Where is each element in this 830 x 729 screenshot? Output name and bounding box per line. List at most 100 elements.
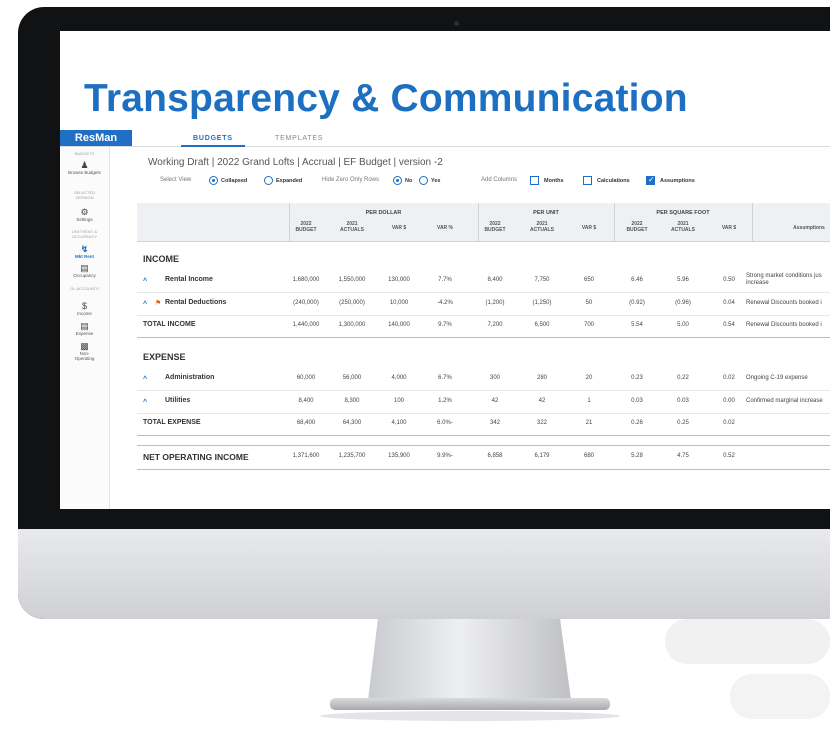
table-cell: 0.03 <box>631 398 643 404</box>
column-divider <box>752 203 753 241</box>
camera-icon <box>454 21 459 26</box>
table-row[interactable]: ^ Utilities 8,400 8,300 100 1.2% 42 42 1 0.03 0.03… <box>137 390 830 413</box>
table-cell: 0.02 <box>723 375 735 381</box>
assumption-text: Confirmed marginal increase <box>746 398 823 404</box>
table-cell: 1,300,000 <box>338 322 366 328</box>
sidebar-item-occupancy[interactable]: ▤ Occupancy <box>60 263 109 278</box>
receipt-icon: ▤ <box>80 321 89 331</box>
expand-chevron-icon[interactable]: ^ <box>143 278 147 285</box>
sidebar-item-settings[interactable]: ⚙ Settings <box>60 207 109 222</box>
table-cell: 0.25 <box>677 420 689 426</box>
table-cell: 42 <box>538 398 546 404</box>
table-cell: 6,858 <box>487 453 503 459</box>
sidebar-section-budgets: BUDGETS <box>74 151 95 156</box>
main-content: Working Draft | 2022 Grand Lofts | Accru… <box>115 147 830 509</box>
row-label: Rental Deductions <box>165 299 227 306</box>
table-cell: (1,200) <box>485 300 505 306</box>
table-cell: 300 <box>489 375 500 381</box>
sidebar-item-non-operating[interactable]: ▩ Non-Operating <box>60 341 109 361</box>
section-title: EXPENSE <box>143 352 186 362</box>
table-cell: 50 <box>585 300 593 306</box>
column-divider <box>478 203 479 241</box>
assumption-text: Strong market conditions jus increase <box>746 273 822 286</box>
add-columns-label: Add Columns <box>481 177 518 183</box>
flag-icon: ⚑ <box>155 300 162 307</box>
assumption-text: Ongoing C-19 expense <box>746 375 808 381</box>
tab-templates[interactable]: TEMPLATES <box>275 130 323 146</box>
table-cell: 9.7% <box>438 322 452 328</box>
table-cell: (1,250) <box>532 300 552 306</box>
collapsed-label: Collapsed <box>221 178 248 184</box>
total-label: TOTAL EXPENSE <box>143 419 201 426</box>
table-cell: 68,400 <box>296 420 316 426</box>
row-label: Utilities <box>165 397 191 404</box>
column-header-var-dollar: VAR $ <box>581 225 597 231</box>
table-cell: 20 <box>585 375 593 381</box>
gear-icon: ⚙ <box>80 207 89 217</box>
table-row[interactable]: ^ ⚑ Rental Deductions (240,000) (250,000) 10,… <box>137 292 830 315</box>
collapsed-radio[interactable] <box>209 176 218 185</box>
dollar-icon: $ <box>81 301 87 311</box>
sidebar-item-income[interactable]: $ Income <box>60 301 109 316</box>
row-divider <box>137 337 830 338</box>
table-cell: 56,000 <box>342 375 362 381</box>
table-cell: 342 <box>489 420 500 426</box>
table-cell: 6.7% <box>438 375 452 381</box>
screen: Transparency & Communication ResMan BUDG… <box>60 31 830 509</box>
group-per-unit: PER UNIT <box>533 210 559 216</box>
sidebar-section-selected-version: SELECTED VERSION <box>73 190 96 200</box>
assumption-text: Renewal Discounts booked i <box>746 300 822 306</box>
assumptions-label: Assumptions <box>660 178 695 184</box>
calculations-checkbox[interactable] <box>583 176 592 185</box>
table-cell: 1,680,000 <box>292 277 320 283</box>
table-row[interactable]: ^ Administration 60,000 56,000 4,000 6.7% 300 2… <box>137 367 830 390</box>
column-header-assumptions: Assumptions <box>793 225 825 231</box>
assumptions-checkbox[interactable] <box>646 175 655 185</box>
table-cell: 1,235,700 <box>338 453 366 459</box>
table-cell: (240,000) <box>293 300 319 306</box>
calculations-label: Calculations <box>597 178 630 184</box>
table-cell: 0.23 <box>631 375 643 381</box>
column-header-budget: 2022 BUDGET <box>295 221 317 233</box>
table-cell: 42 <box>491 398 499 404</box>
months-checkbox[interactable] <box>530 176 539 185</box>
row-label: Administration <box>165 374 215 381</box>
column-divider <box>289 203 290 241</box>
expand-chevron-icon[interactable]: ^ <box>143 301 147 308</box>
table-cell: 100 <box>393 398 404 404</box>
sidebar-item-browse-budgets[interactable]: ♟ Browse Budgets <box>60 160 109 175</box>
table-cell: 4.75 <box>677 453 689 459</box>
column-header-actuals: 2021 ACTUALS <box>671 221 695 233</box>
table-cell: 0.04 <box>723 300 735 306</box>
headline: Transparency & Communication <box>84 77 688 120</box>
table-cell: (0.96) <box>675 300 691 306</box>
table-cell: 1 <box>587 398 591 404</box>
table-cell: 5.96 <box>677 277 689 283</box>
sidebar-item-mkt-rent[interactable]: ↯ Mkt Rent <box>60 244 109 259</box>
net-operating-income-label: NET OPERATING INCOME <box>143 452 249 462</box>
column-header-actuals: 2021 ACTUALS <box>340 221 364 233</box>
document-title: Working Draft | 2022 Grand Lofts | Accru… <box>148 157 443 168</box>
expand-chevron-icon[interactable]: ^ <box>143 399 147 406</box>
sidebar-item-expense[interactable]: ▤ Expense <box>60 321 109 336</box>
rent-icon: ↯ <box>80 244 89 254</box>
hide-zero-no-radio[interactable] <box>393 176 402 185</box>
expanded-radio[interactable] <box>264 176 273 185</box>
table-cell: 7.7% <box>438 277 452 283</box>
group-per-square-foot: PER SQUARE FOOT <box>656 210 710 216</box>
table-cell: 0.03 <box>677 398 689 404</box>
hide-zero-yes-radio[interactable] <box>419 176 428 185</box>
table-cell: 0.00 <box>723 398 735 404</box>
table-cell: (0.92) <box>629 300 645 306</box>
tab-budgets[interactable]: BUDGETS <box>181 130 245 147</box>
building-icon: ▤ <box>80 263 89 273</box>
table-cell: 4,100 <box>391 420 407 426</box>
sidebar-item-label: Income <box>77 311 92 316</box>
table-cell: 650 <box>583 277 594 283</box>
table-cell: 0.52 <box>723 453 735 459</box>
table-row[interactable]: ^ Rental Income 1,680,000 1,550,000 130,000 7… <box>137 269 830 292</box>
table-cell: 60,000 <box>296 375 316 381</box>
table-cell: 135,900 <box>388 453 410 459</box>
table-cell: 1.2% <box>438 398 452 404</box>
expand-chevron-icon[interactable]: ^ <box>143 376 147 383</box>
